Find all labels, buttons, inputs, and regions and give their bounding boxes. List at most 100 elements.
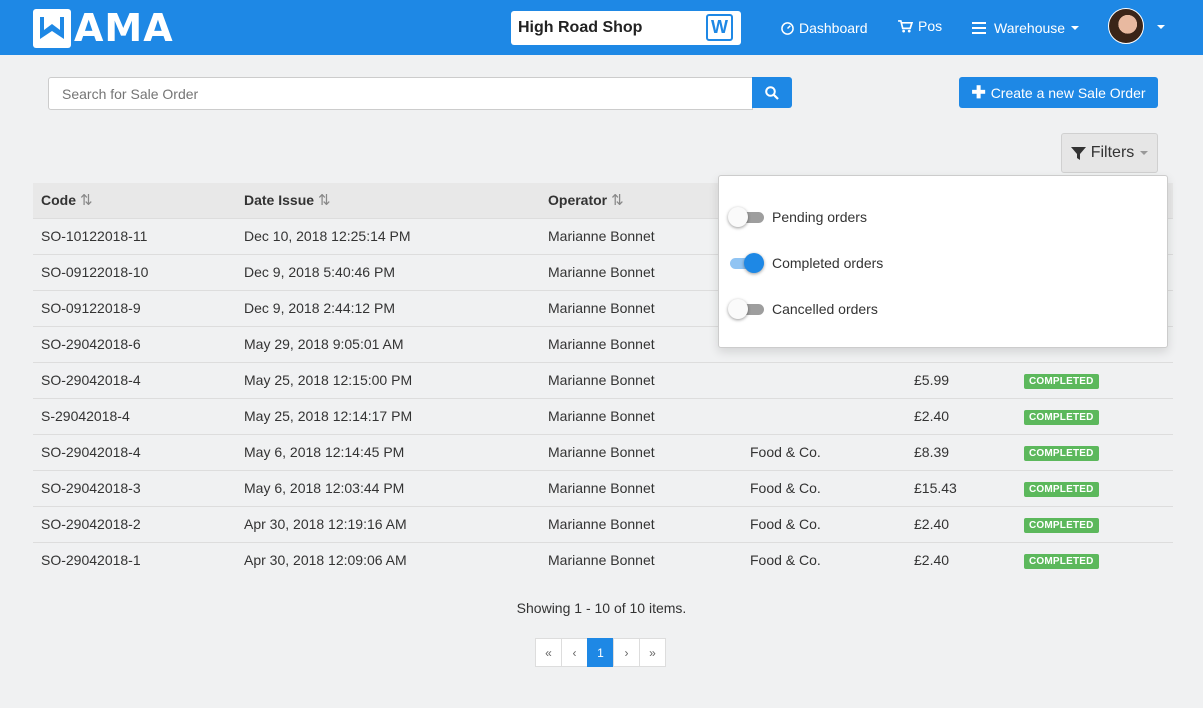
status-badge: COMPLETED — [1024, 410, 1099, 425]
cell-status: COMPLETED — [1016, 469, 1173, 506]
cell-status: COMPLETED — [1016, 361, 1173, 398]
column-header-label: Operator — [548, 192, 608, 209]
cell-code: SO-29042018-4 — [33, 361, 236, 398]
logo-mark — [33, 8, 71, 48]
search-icon — [765, 85, 779, 100]
pagination-summary: Showing 1 - 10 of 10 items. — [516, 600, 687, 616]
avatar[interactable] — [1108, 8, 1144, 44]
cell-status: COMPLETED — [1016, 433, 1173, 470]
column-header-date[interactable]: Date Issue ⇅ — [236, 183, 540, 218]
status-badge: COMPLETED — [1024, 446, 1099, 461]
cell-status: COMPLETED — [1016, 397, 1173, 434]
filter-icon — [1070, 146, 1086, 160]
chevron-down-icon[interactable] — [1157, 25, 1165, 29]
menu-icon — [972, 22, 986, 34]
logo-text: AMA — [74, 5, 174, 50]
cell-operator: Marianne Bonnet — [540, 469, 742, 506]
cell-code: SO-29042018-1 — [33, 541, 236, 578]
top-navbar: AMA High Road Shop W Dashboard Pos Wareh… — [0, 0, 1203, 55]
page-last-button[interactable]: » — [639, 638, 666, 667]
nav-dashboard[interactable]: Dashboard — [781, 20, 868, 36]
cell-amount: £2.40 — [906, 397, 1016, 434]
plus-icon: ✚ — [971, 82, 986, 102]
column-header-label: Date Issue — [244, 192, 315, 209]
cell-date: May 6, 2018 12:14:45 PM — [236, 433, 540, 470]
cell-operator: Marianne Bonnet — [540, 217, 742, 254]
page-next-button[interactable]: › — [613, 638, 640, 667]
page-current-button[interactable]: 1 — [587, 638, 614, 667]
cell-customer: Food & Co. — [742, 433, 906, 470]
app-logo[interactable]: AMA — [33, 8, 174, 48]
toggle-switch[interactable] — [728, 253, 764, 273]
cell-amount: £5.99 — [906, 361, 1016, 398]
cell-date: May 29, 2018 9:05:01 AM — [236, 325, 540, 362]
sort-icon: ⇅ — [318, 192, 331, 210]
cell-customer: Food & Co. — [742, 469, 906, 506]
chevron-down-icon — [1140, 151, 1149, 155]
filters-button[interactable]: Filters — [1061, 133, 1158, 173]
page-prev-button[interactable]: ‹ — [561, 638, 588, 667]
status-badge: COMPLETED — [1024, 482, 1099, 497]
cell-operator: Marianne Bonnet — [540, 361, 742, 398]
search-button[interactable] — [752, 77, 792, 108]
pagination: « ‹ 1 › » — [535, 638, 666, 667]
table-row[interactable]: S-29042018-4 May 25, 2018 12:14:17 PM Mari… — [33, 397, 1173, 434]
logo-w-icon — [40, 17, 64, 39]
cell-operator: Marianne Bonnet — [540, 505, 742, 542]
shop-logo-icon: W — [706, 14, 733, 41]
chevron-down-icon — [1071, 26, 1080, 30]
cell-operator: Marianne Bonnet — [540, 325, 742, 362]
filter-toggle-completed[interactable]: Completed orders — [728, 253, 883, 273]
cell-date: Dec 9, 2018 5:40:46 PM — [236, 253, 540, 290]
filters-label: Filters — [1090, 144, 1135, 161]
column-header-operator[interactable]: Operator ⇅ — [540, 183, 742, 218]
page-first-button[interactable]: « — [535, 638, 562, 667]
table-row[interactable]: SO-29042018-3 May 6, 2018 12:03:44 PM Mari… — [33, 469, 1173, 506]
toggle-switch[interactable] — [728, 207, 764, 227]
status-badge: COMPLETED — [1024, 554, 1099, 570]
cell-date: Dec 10, 2018 12:25:14 PM — [236, 217, 540, 254]
cell-code: SO-29042018-2 — [33, 505, 236, 542]
cell-customer: Food & Co. — [742, 505, 906, 542]
cell-date: Dec 9, 2018 2:44:12 PM — [236, 289, 540, 326]
filter-label: Cancelled orders — [772, 301, 878, 317]
cell-amount: £15.43 — [906, 469, 1016, 506]
filter-label: Completed orders — [772, 255, 884, 271]
nav-pos-label: Pos — [918, 18, 943, 34]
column-header-label: Code — [41, 192, 76, 209]
cell-code: SO-29042018-3 — [33, 469, 236, 506]
table-row[interactable]: SO-29042018-2 Apr 30, 2018 12:19:16 AM Mar… — [33, 505, 1173, 542]
cell-operator: Marianne Bonnet — [540, 289, 742, 326]
status-badge: COMPLETED — [1024, 518, 1099, 533]
shop-name: High Road Shop — [518, 19, 643, 36]
filter-toggle-cancelled[interactable]: Cancelled orders — [728, 299, 878, 319]
sort-icon: ⇅ — [80, 192, 93, 210]
nav-warehouse[interactable]: Warehouse — [972, 20, 1080, 36]
cell-code: SO-29042018-6 — [33, 325, 236, 362]
cell-customer: Food & Co. — [742, 541, 906, 578]
column-header-code[interactable]: Code ⇅ — [33, 183, 236, 218]
filters-dropdown: Pending orders Completed orders Cancelle… — [718, 175, 1168, 348]
dashboard-icon — [781, 21, 794, 35]
cell-code: SO-10122018-11 — [33, 217, 236, 254]
cell-code: S-29042018-4 — [33, 397, 236, 434]
nav-pos[interactable]: Pos — [898, 18, 942, 34]
cell-date: May 6, 2018 12:03:44 PM — [236, 469, 540, 506]
table-row[interactable]: SO-29042018-4 May 6, 2018 12:14:45 PM Mari… — [33, 433, 1173, 470]
cell-operator: Marianne Bonnet — [540, 397, 742, 434]
cell-customer — [742, 361, 906, 398]
cell-status: COMPLETED — [1016, 505, 1173, 542]
table-row[interactable]: SO-29042018-4 May 25, 2018 12:15:00 PM Mar… — [33, 361, 1173, 398]
filter-toggle-pending[interactable]: Pending orders — [728, 207, 867, 227]
cell-operator: Marianne Bonnet — [540, 253, 742, 290]
shop-selector[interactable]: High Road Shop W — [511, 11, 741, 45]
cell-amount: £2.40 — [906, 541, 1016, 578]
create-sale-order-button[interactable]: ✚ Create a new Sale Order — [959, 77, 1158, 108]
cell-amount: £2.40 — [906, 505, 1016, 542]
toggle-switch[interactable] — [728, 299, 764, 319]
search-input[interactable] — [48, 77, 753, 110]
cell-date: May 25, 2018 12:15:00 PM — [236, 361, 540, 398]
cell-code: SO-29042018-4 — [33, 433, 236, 470]
sort-icon: ⇅ — [611, 192, 624, 210]
table-row[interactable]: SO-29042018-1 Apr 30, 2018 12:09:06 AM Mar… — [33, 541, 1173, 578]
